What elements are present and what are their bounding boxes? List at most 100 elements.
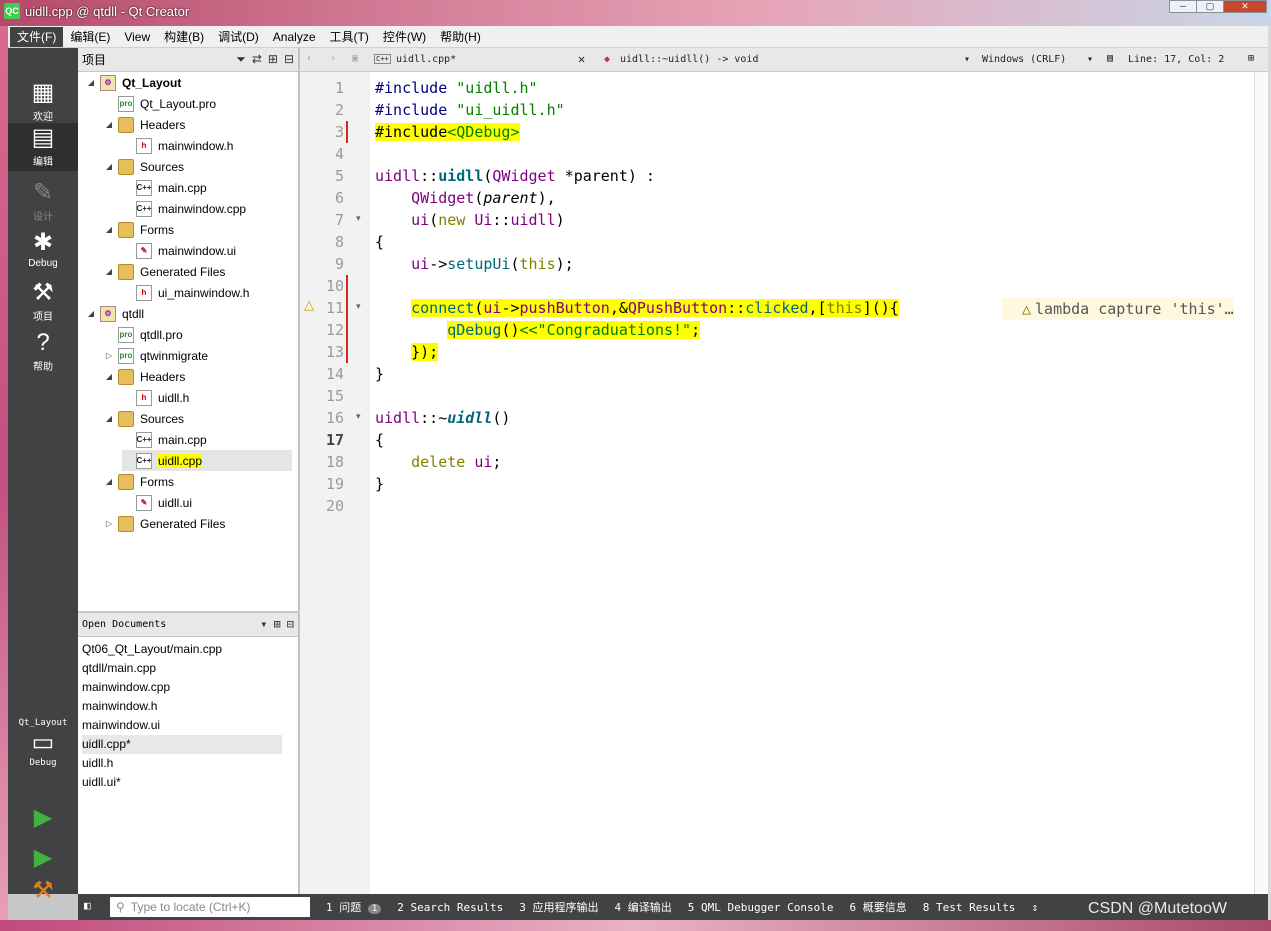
tree-item[interactable]: C++ main.cpp [122, 177, 207, 198]
open-doc-item[interactable]: mainwindow.ui [82, 716, 160, 735]
open-doc-item[interactable]: Qt06_Qt_Layout/main.cpp [82, 640, 222, 659]
kit-selector[interactable]: Qt_Layout ▭ Debug [8, 718, 78, 788]
test-results-tab[interactable]: 8 Test Results [923, 901, 1016, 914]
symbol-selector[interactable]: uidll::~uidll() -> void [620, 54, 758, 65]
qml-debugger-tab[interactable]: 5 QML Debugger Console [688, 901, 834, 914]
tree-item-label: ui_mainwindow.h [158, 285, 250, 300]
expand-arrow-icon[interactable]: ◢ [104, 372, 114, 381]
menu-widgets[interactable]: 控件(W) [376, 27, 433, 47]
open-doc-item[interactable]: mainwindow.h [82, 697, 157, 716]
compile-output-tab[interactable]: 4 编译输出 [615, 899, 672, 915]
tree-item[interactable]: h uidll.h [122, 387, 189, 408]
expand-arrow-icon[interactable]: ◢ [104, 120, 114, 129]
more-tabs-icon[interactable]: ⇕ [1031, 901, 1038, 914]
menu-view[interactable]: View [117, 27, 157, 47]
expand-arrow-icon[interactable]: ◢ [104, 267, 114, 276]
tree-item[interactable]: C++ mainwindow.cpp [122, 198, 246, 219]
locator-input[interactable]: ⚲ Type to locate (Ctrl+K) [110, 897, 310, 917]
toggle-sidebar-icon[interactable]: ◧ [84, 899, 91, 912]
close-button[interactable]: ✕ [1223, 0, 1267, 13]
close-file-icon[interactable]: ✕ [578, 52, 585, 66]
tree-item[interactable]: ◢ ⚙ Qt_Layout [86, 72, 181, 93]
line-ending-selector[interactable]: Windows (CRLF) [982, 54, 1066, 65]
close-pane-icon[interactable]: ⊟ [284, 52, 294, 67]
tree-item[interactable]: ◢ Headers [104, 114, 185, 135]
open-doc-item[interactable]: uidll.cpp* [82, 735, 282, 754]
mode-edit[interactable]: ▤ 编辑 [8, 123, 78, 171]
menu-edit[interactable]: 编辑(E) [63, 27, 117, 47]
expand-arrow-icon[interactable]: ◢ [86, 309, 96, 318]
filter-icon[interactable]: ⏷ [236, 52, 246, 67]
mode-projects[interactable]: ⚒ 项目 [8, 278, 78, 326]
tree-item[interactable]: ▷ Generated Files [104, 513, 225, 534]
tree-item[interactable]: ✎ mainwindow.ui [122, 240, 236, 261]
back-icon[interactable]: ‹ [306, 53, 312, 64]
tree-item[interactable]: ◢ Sources [104, 156, 184, 177]
expand-arrow-icon[interactable]: ◢ [86, 78, 96, 87]
expand-arrow-icon[interactable]: ▷ [104, 519, 114, 528]
menu-analyze[interactable]: Analyze [266, 27, 323, 47]
dropdown-icon[interactable]: ▾ [260, 617, 267, 631]
build-button[interactable]: ⚒ [8, 876, 78, 906]
tree-item-label: uidll.cpp [158, 453, 203, 468]
expand-arrow-icon[interactable]: ▷ [104, 351, 114, 360]
tree-item[interactable]: C++ main.cpp [122, 429, 207, 450]
split-icon[interactable]: ⊞ [1248, 53, 1254, 64]
fold-marker-icon[interactable]: ▾ [356, 301, 361, 312]
link-icon[interactable]: ⇄ [252, 52, 262, 67]
expand-arrow-icon[interactable]: ◢ [104, 477, 114, 486]
tree-item[interactable]: pro qtdll.pro [104, 324, 183, 345]
file-tab[interactable]: uidll.cpp* [396, 54, 456, 65]
split-icon[interactable]: ⊞ [274, 617, 281, 631]
tree-item[interactable]: ◢ Forms [104, 471, 174, 492]
fold-marker-icon[interactable]: ▾ [356, 411, 361, 422]
debug-run-button[interactable]: ▶ [8, 843, 78, 873]
menu-debug[interactable]: 调试(D) [211, 27, 266, 47]
open-doc-item[interactable]: qtdll/main.cpp [82, 659, 156, 678]
code-token: uidll [510, 211, 556, 229]
desktop-background-bottom [0, 920, 1271, 931]
expand-arrow-icon[interactable]: ◢ [104, 225, 114, 234]
mode-welcome[interactable]: ▦ 欢迎 [8, 78, 78, 126]
tree-item[interactable]: pro Qt_Layout.pro [104, 93, 216, 114]
mode-help[interactable]: ? 帮助 [8, 328, 78, 376]
minimize-button[interactable]: ─ [1169, 0, 1197, 13]
open-doc-item[interactable]: uidll.h [82, 754, 113, 773]
fold-marker-icon[interactable]: ▾ [356, 213, 361, 224]
general-messages-tab[interactable]: 6 概要信息 [849, 899, 906, 915]
forward-icon[interactable]: › [330, 53, 336, 64]
mode-design[interactable]: ✎ 设计 [8, 178, 78, 226]
menu-file[interactable]: 文件(F) [10, 26, 64, 47]
menu-build[interactable]: 构建(B) [157, 27, 211, 47]
tree-item[interactable]: ◢ Headers [104, 366, 185, 387]
tree-item[interactable]: ▷ pro qtwinmigrate [104, 345, 208, 366]
expand-arrow-icon[interactable]: ◢ [104, 162, 114, 171]
expand-arrow-icon[interactable]: ◢ [104, 414, 114, 423]
tree-item[interactable]: C++ uidll.cpp [122, 450, 292, 471]
cursor-position[interactable]: Line: 17, Col: 2 [1128, 54, 1224, 65]
close-pane-icon[interactable]: ⊟ [287, 617, 294, 631]
warning-icon[interactable]: △ [304, 297, 314, 313]
tree-item[interactable]: h ui_mainwindow.h [122, 282, 249, 303]
menu-help[interactable]: 帮助(H) [433, 27, 488, 47]
tree-item[interactable]: h mainwindow.h [122, 135, 233, 156]
open-doc-item[interactable]: uidll.ui* [82, 773, 121, 792]
editor-scrollbar[interactable] [1254, 72, 1268, 894]
app-output-tab[interactable]: 3 应用程序输出 [519, 899, 598, 915]
menu-tools[interactable]: 工具(T) [323, 27, 376, 47]
maximize-button[interactable]: ▢ [1196, 0, 1224, 13]
tree-item[interactable]: ◢ Sources [104, 408, 184, 429]
tree-item[interactable]: ◢ ⚙ qtdll [86, 303, 144, 324]
open-doc-item[interactable]: mainwindow.cpp [82, 678, 170, 697]
tree-item[interactable]: ◢ Generated Files [104, 261, 225, 282]
tree-item[interactable]: ◢ Forms [104, 219, 174, 240]
mode-debug[interactable]: ✱ Debug [8, 228, 78, 276]
code-token: this [826, 299, 863, 317]
search-results-tab[interactable]: 2 Search Results [397, 901, 503, 914]
run-button[interactable]: ▶ [8, 803, 78, 833]
tree-item[interactable]: ✎ uidll.ui [122, 492, 192, 513]
issues-tab[interactable]: 1 问题 1 [326, 899, 382, 915]
wrench-icon: ⚒ [32, 279, 54, 306]
split-icon[interactable]: ⊞ [268, 52, 278, 67]
